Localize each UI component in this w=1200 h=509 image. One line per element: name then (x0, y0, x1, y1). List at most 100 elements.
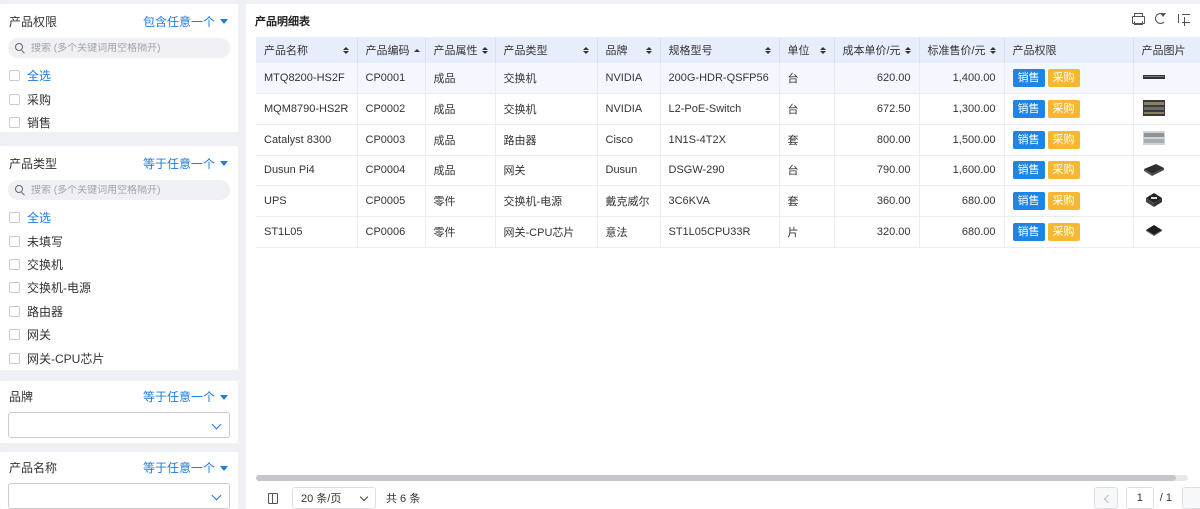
permission-tag-sale[interactable]: 销售 (1012, 222, 1045, 241)
filter-panel-header: 产品名称 等于任意一个 (0, 452, 238, 483)
cell-image[interactable] (1133, 124, 1200, 156)
permission-tag-sale[interactable]: 销售 (1012, 100, 1045, 119)
switch-ports-image[interactable] (1142, 99, 1166, 120)
cell-attr: 成品 (425, 93, 496, 125)
column-header-price[interactable]: 标准售价/元 (919, 37, 1005, 63)
column-header-cost[interactable]: 成本单价/元 (834, 37, 920, 63)
column-header-attr[interactable]: 产品属性 (425, 37, 496, 63)
cell-image[interactable] (1133, 185, 1200, 217)
cell-type: 网关-CPU芯片 (495, 216, 598, 248)
refresh-icon[interactable] (1154, 12, 1167, 25)
filter-option[interactable]: 交换机-电源 (0, 276, 238, 299)
cell-name: MTQ8200-HS2F (256, 63, 358, 95)
cell-type: 交换机-电源 (495, 185, 598, 217)
column-header-spec[interactable]: 规格型号 (660, 37, 780, 63)
table-body: MTQ8200-HS2F CP0001 成品 交换机 NVIDIA 200G-HDR-QS… (256, 63, 1200, 248)
router-image[interactable] (1142, 131, 1166, 150)
filter-operator-label: 包含任意一个 (142, 14, 215, 29)
filter-search-box[interactable] (8, 38, 230, 58)
filter-panel-type: 产品类型 等于任意一个 全选 未填写 交换机 交换机-电源 路由器 网关 网关-… (0, 146, 238, 370)
sort-list-icon[interactable] (1177, 12, 1190, 25)
checkbox[interactable] (9, 305, 20, 317)
filter-option-select-all[interactable]: 全选 (0, 206, 238, 229)
name-select[interactable] (8, 483, 230, 509)
filter-option[interactable]: 网关 (0, 323, 238, 346)
filter-search-box[interactable] (8, 180, 230, 200)
next-page-button[interactable] (1182, 487, 1200, 509)
filter-option[interactable]: 采购 (0, 87, 238, 110)
column-header-unit[interactable]: 单位 (779, 37, 835, 63)
column-header-code[interactable]: 产品编码 (357, 37, 426, 63)
permission-tag-sale[interactable]: 销售 (1012, 192, 1045, 211)
checkbox[interactable] (9, 93, 20, 105)
sort-asc-icon (413, 48, 420, 52)
table-row[interactable]: MTQ8200-HS2F CP0001 成品 交换机 NVIDIA 200G-HDR-QS… (256, 63, 1200, 95)
permission-tag-buy[interactable]: 采购 (1047, 69, 1080, 88)
permission-tag-buy[interactable]: 采购 (1047, 192, 1080, 211)
filter-option[interactable]: 网关-CPU芯片 (0, 346, 238, 369)
filter-panel-header: 产品类型 等于任意一个 (0, 146, 238, 180)
cell-image[interactable] (1133, 63, 1200, 95)
cell-image[interactable] (1133, 216, 1200, 248)
checkbox[interactable] (9, 235, 20, 247)
checkbox[interactable] (9, 329, 20, 341)
cell-permission: 销售 采购 (1004, 185, 1134, 217)
sort-icon (904, 46, 911, 54)
permission-tag-sale[interactable]: 销售 (1012, 69, 1045, 88)
column-header-name[interactable]: 产品名称 (256, 37, 358, 63)
filter-option[interactable]: 销售 (0, 111, 238, 134)
columns-icon[interactable] (266, 491, 282, 505)
filter-option[interactable]: 路由器 (0, 300, 238, 323)
column-header-type[interactable]: 产品类型 (495, 37, 598, 63)
table-row[interactable]: Dusun Pi4 CP0004 成品 网关 Dusun DSGW-290 台 790.00 1… (256, 155, 1200, 187)
brand-select[interactable] (8, 412, 230, 438)
filter-option[interactable]: 交换机 (0, 253, 238, 276)
cpu-chip-image[interactable] (1142, 225, 1166, 242)
checkbox[interactable] (9, 116, 20, 128)
cell-cost: 320.00 (834, 216, 920, 248)
checkbox[interactable] (9, 70, 20, 82)
cell-name: MQM8790-HS2R (256, 93, 358, 125)
checkbox[interactable] (9, 352, 20, 364)
filter-operator-dropdown[interactable]: 等于任意一个 (143, 388, 228, 405)
switch-thin-image[interactable] (1142, 74, 1166, 89)
chevron-left-icon[interactable] (1093, 487, 1118, 509)
column-label: 产品属性 (433, 45, 478, 57)
filter-search-input[interactable] (31, 42, 221, 54)
permission-tag-sale[interactable]: 销售 (1012, 130, 1045, 149)
cell-permission: 销售 采购 (1004, 124, 1134, 156)
permission-tag-sale[interactable]: 销售 (1012, 161, 1045, 180)
permission-tag-buy[interactable]: 采购 (1047, 130, 1080, 149)
cell-type: 交换机 (495, 63, 598, 95)
checkbox[interactable] (9, 258, 20, 270)
table-row[interactable]: ST1L05 CP0006 零件 网关-CPU芯片 意法 ST1L05CPU33R 片 320… (256, 216, 1200, 248)
filter-operator-dropdown[interactable]: 包含任意一个 (143, 13, 228, 30)
column-header-brand[interactable]: 品牌 (597, 37, 661, 63)
printer-icon[interactable] (1131, 12, 1145, 25)
power-unit-image[interactable] (1142, 192, 1166, 212)
permission-tag-buy[interactable]: 采购 (1047, 100, 1080, 119)
checkbox[interactable] (9, 282, 20, 294)
cell-price: 1,300.00 (919, 93, 1005, 125)
permission-tag-buy[interactable]: 采购 (1047, 222, 1080, 241)
scrollbar-thumb[interactable] (256, 475, 1176, 481)
filter-operator-dropdown[interactable]: 等于任意一个 (143, 459, 228, 476)
filter-operator-dropdown[interactable]: 等于任意一个 (143, 155, 228, 172)
page-number-input[interactable] (1125, 487, 1154, 509)
horizontal-scrollbar[interactable] (256, 475, 1188, 481)
table-row[interactable]: MQM8790-HS2R CP0002 成品 交换机 NVIDIA L2-PoE-Swit… (256, 93, 1200, 125)
filter-search-input[interactable] (31, 184, 221, 196)
filter-operator-label: 等于任意一个 (142, 156, 215, 171)
cell-image[interactable] (1133, 93, 1200, 125)
cell-image[interactable] (1133, 155, 1200, 187)
permission-tag-buy[interactable]: 采购 (1047, 161, 1080, 180)
page-size-select[interactable]: 20 条/页 (292, 487, 376, 509)
cell-type: 交换机 (495, 93, 598, 125)
table-row[interactable]: Catalyst 8300 CP0003 成品 路由器 Cisco 1N1S-4T2X 套 8… (256, 124, 1200, 156)
table-row[interactable]: UPS CP0005 零件 交换机-电源 戴克威尔 3C6KVA 套 360.00 680.00… (256, 185, 1200, 217)
filter-option-select-all[interactable]: 全选 (0, 64, 238, 87)
filter-option[interactable]: 未填写 (0, 229, 238, 252)
gateway-box-image[interactable] (1142, 163, 1166, 181)
search-icon (15, 43, 25, 53)
checkbox[interactable] (9, 212, 20, 224)
